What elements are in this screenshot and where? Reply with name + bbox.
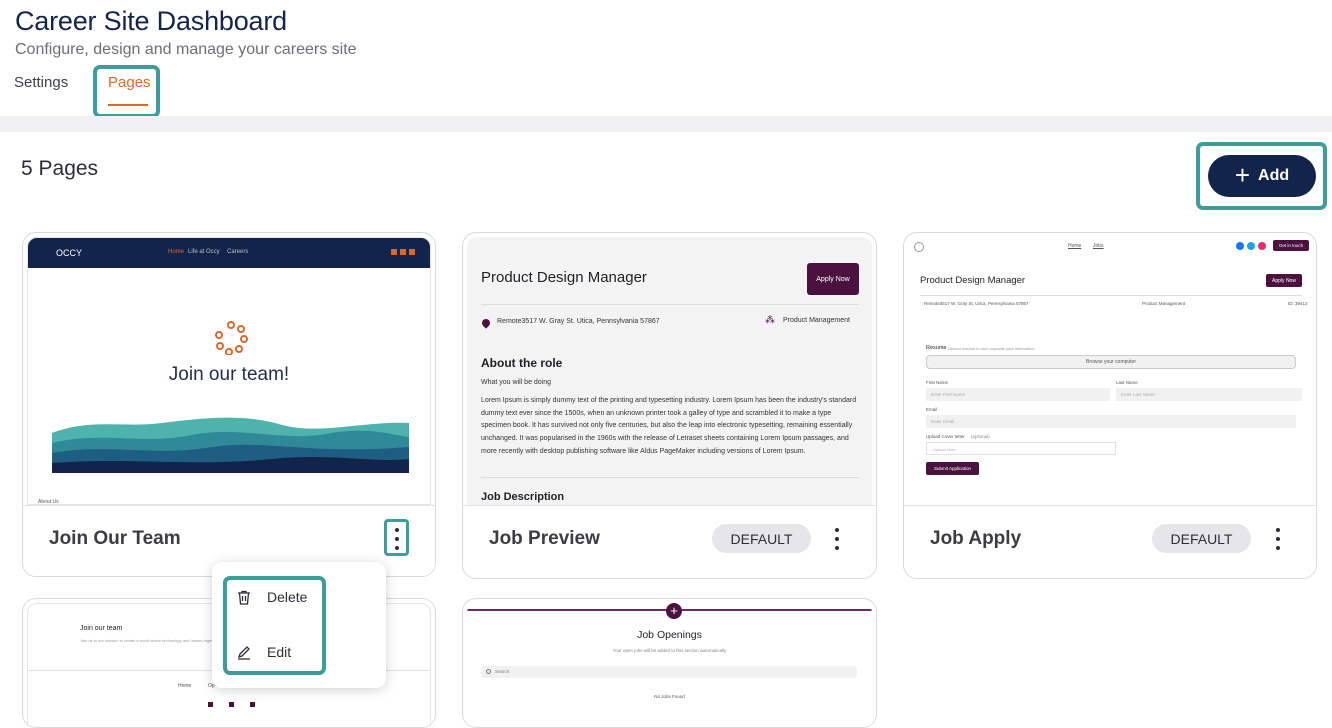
preview-body: Lorem Ipsum is simply dummy text of the … — [481, 397, 857, 455]
preview-location: Remote3517 W. Gray St. Utica, Pennsylvan… — [497, 318, 660, 325]
preview-first-input: Enter First Name — [926, 388, 1110, 401]
page-header: Career Site Dashboard Configure, design … — [0, 0, 1332, 116]
preview-divider — [920, 295, 1302, 296]
add-section-icon: + — [666, 603, 682, 619]
preview-apply-button: Apply Now — [1266, 274, 1302, 287]
search-icon — [486, 669, 491, 674]
preview-about-heading: About the role — [481, 356, 563, 370]
preview-openings-sub: Your open jobs will be added to this sec… — [612, 648, 727, 653]
preview-first-label: First Name — [926, 380, 949, 385]
preview-job-id: ID: 39412 — [1288, 301, 1308, 306]
preview-nav-home: Home — [168, 249, 185, 255]
preview-nav-careers: Careers — [227, 249, 249, 255]
tab-settings[interactable]: Settings — [14, 74, 68, 91]
social-icons — [1236, 242, 1266, 250]
more-options-icon[interactable] — [831, 526, 843, 552]
preview-browse: Browse your computer — [926, 355, 1296, 369]
preview-cover-optional: (optional) — [971, 434, 990, 439]
preview-department: Product Management — [783, 317, 850, 324]
preview-hero-heading: Join our team! — [168, 364, 290, 385]
preview-nav-life: Life at Occy — [188, 249, 220, 255]
preview-what-heading: What you will be doing — [481, 379, 552, 386]
card-name: Join Our Team — [49, 528, 181, 549]
divider-band — [0, 116, 1332, 132]
waves-illustration — [52, 417, 409, 473]
preview-openings-heading: Job Openings — [637, 629, 702, 641]
preview-footer-home: Home — [178, 683, 192, 689]
page-preview: + Job Openings Your open jobs will be ad… — [467, 603, 872, 727]
preview-cta: Get in touch — [1273, 240, 1309, 251]
page-preview: Product Design Manager Apply Now Remote3… — [467, 237, 872, 505]
preview-divider — [481, 304, 859, 305]
preview-nav-home: Home — [1068, 243, 1082, 249]
highlight-add-button — [1196, 142, 1327, 210]
page-title: Career Site Dashboard — [15, 6, 287, 36]
default-badge: DEFAULT — [712, 524, 811, 553]
preview-cover-input: Upload Here — [926, 442, 1116, 455]
preview-job-title: Product Design Manager — [920, 275, 1026, 286]
preview-last-label: Last Name — [1116, 380, 1138, 385]
preview-logo: OCCY — [56, 248, 83, 258]
preview-logo-icon — [914, 242, 924, 252]
department-icon: ⁂ — [765, 315, 775, 326]
preview-navbar: OCCY Home Life at Occy Careers — [28, 238, 430, 268]
more-options-icon[interactable] — [1272, 526, 1284, 552]
preview-social-icons — [208, 702, 255, 707]
page-card-join-our-team[interactable]: OCCY Home Life at Occy Careers Join our … — [22, 232, 436, 577]
page-card-job-openings[interactable]: + Job Openings Your open jobs will be ad… — [462, 598, 877, 728]
page-preview: Home Jobs Get in touch Product Design Ma… — [908, 237, 1312, 505]
page-count: 5 Pages — [21, 157, 99, 180]
page-card-job-preview[interactable]: Product Design Manager Apply Now Remote3… — [462, 232, 877, 579]
card-name: Job Preview — [489, 528, 600, 549]
highlight-kebab — [384, 519, 409, 556]
page-subtitle: Configure, design and manage your career… — [15, 41, 357, 58]
preview-empty: No Jobs Found — [654, 694, 685, 699]
page-preview: OCCY Home Life at Occy Careers Join our … — [27, 237, 431, 505]
preview-search-text: Search — [495, 669, 510, 674]
preview-department: Product Management — [1142, 301, 1186, 306]
card-name: Job Apply — [930, 528, 1022, 549]
preview-resume-label: Resume — [926, 345, 947, 351]
preview-resume-hint: Upload resume to auto populate your info… — [948, 346, 1035, 351]
preview-desc-heading: Job Description — [481, 491, 565, 503]
card-footer: Job Preview DEFAULT — [463, 505, 876, 578]
preview-last-input: Enter Last Name — [1116, 388, 1302, 401]
occy-logo-icon — [215, 321, 248, 355]
preview-social-icons — [391, 249, 417, 256]
location-pin-icon — [480, 317, 492, 329]
preview-submit-button: Submit Application — [926, 462, 979, 475]
preview-nav-jobs: Jobs — [1093, 243, 1104, 249]
preview-search: Search — [481, 666, 857, 678]
card-footer: Job Apply DEFAULT — [904, 505, 1316, 578]
preview-apply-button: Apply Now — [807, 263, 859, 295]
page-card-job-apply[interactable]: Home Jobs Get in touch Product Design Ma… — [903, 232, 1317, 579]
preview-team-heading: Join our team — [80, 625, 123, 632]
default-badge: DEFAULT — [1152, 524, 1251, 553]
preview-divider-2 — [481, 477, 859, 478]
preview-email-input: Enter Email — [926, 415, 1296, 428]
preview-team-text: Join us in our mission to create a world… — [80, 638, 223, 643]
preview-location: Remote3517 W. Gray St. Utica, Pennsylvan… — [924, 301, 1029, 306]
highlight-pages-tab — [93, 65, 160, 118]
preview-job-title: Product Design Manager — [481, 269, 647, 286]
preview-cover-label: Upload Cover letter — [926, 434, 965, 439]
highlight-menu — [223, 576, 326, 675]
preview-email-label: Email — [926, 407, 938, 412]
